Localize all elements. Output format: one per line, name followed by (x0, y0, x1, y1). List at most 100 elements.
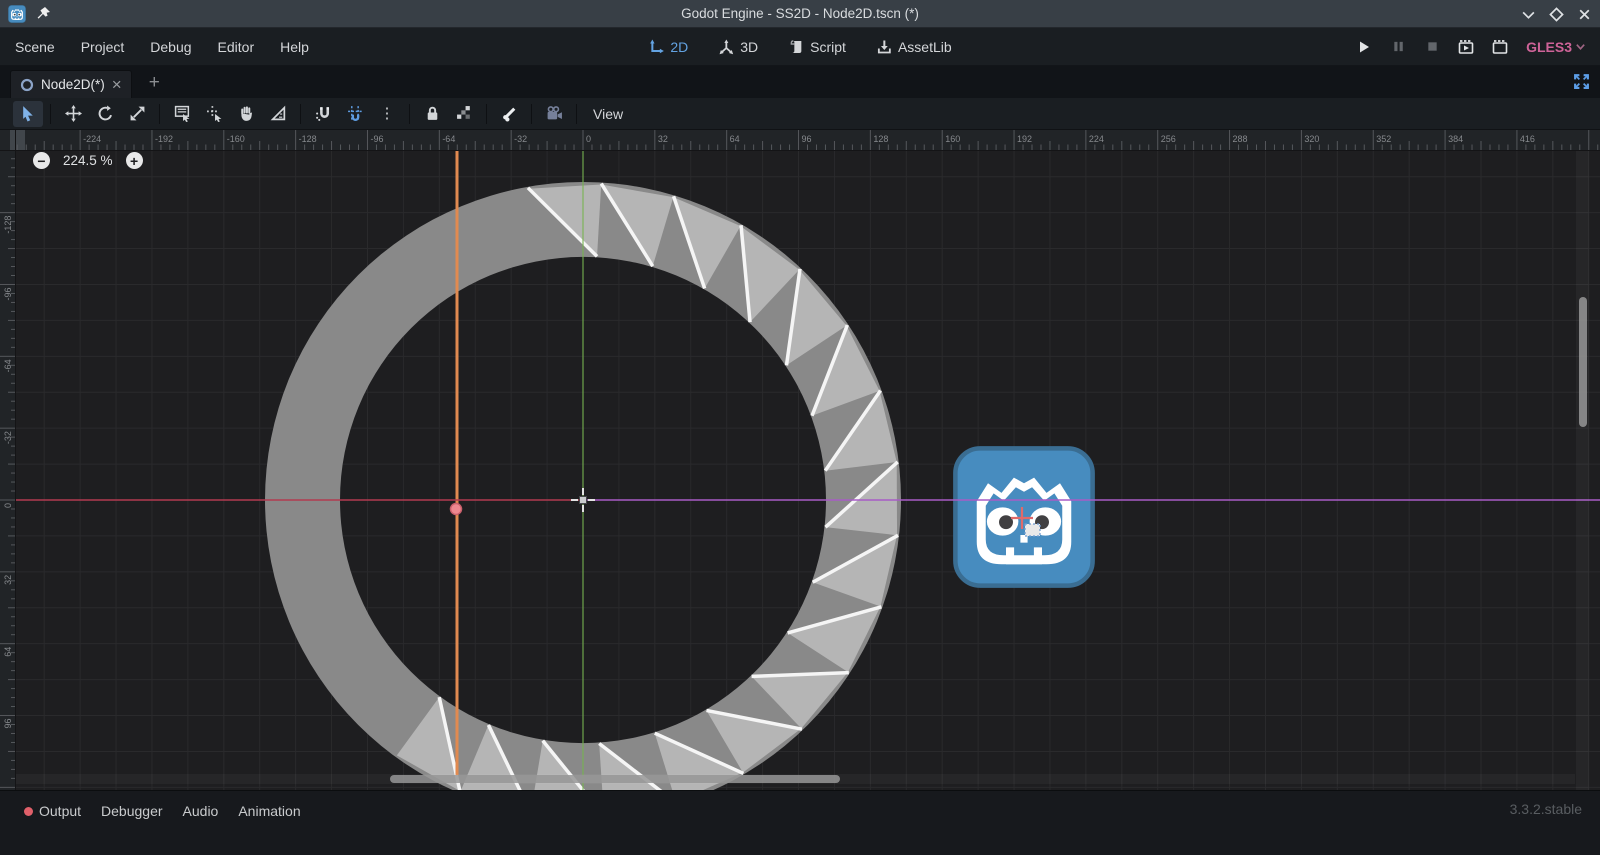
svg-text:416: 416 (1520, 134, 1535, 144)
camera-icon (546, 105, 563, 122)
node2d-icon (20, 78, 34, 92)
pause-button[interactable] (1386, 35, 1410, 59)
scene-tab-node2d[interactable]: Node2D(*) × (10, 70, 132, 98)
zoom-in-button[interactable]: + (126, 152, 143, 169)
svg-text:192: 192 (1017, 134, 1032, 144)
workspace-assetlib-button[interactable]: AssetLib (868, 35, 960, 59)
svg-text:32: 32 (3, 575, 13, 585)
pan-hand-icon (238, 105, 255, 122)
scale-tool-button[interactable] (122, 101, 152, 127)
panel-output-button[interactable]: Output (14, 801, 91, 821)
close-icon[interactable] (1577, 7, 1592, 22)
select-tool-button[interactable] (13, 101, 43, 127)
expand-viewport-icon[interactable] (1573, 73, 1590, 90)
snap-options-button[interactable]: ⋮ (372, 101, 402, 127)
svg-text:-224: -224 (83, 134, 101, 144)
v-scrollbar-thumb[interactable] (1579, 297, 1587, 427)
list-select-icon (174, 105, 191, 122)
list-select-tool-button[interactable] (167, 101, 197, 127)
menu-editor[interactable]: Editor (209, 34, 264, 60)
add-scene-tab-button[interactable]: + (144, 72, 165, 94)
canvas-toolbar: ⋮ (0, 98, 1600, 130)
rotate-icon (97, 105, 114, 122)
svg-text:-96: -96 (3, 287, 13, 300)
control-point[interactable] (451, 504, 462, 515)
svg-text:96: 96 (802, 134, 812, 144)
output-alert-dot (24, 807, 33, 816)
pan-tool-button[interactable] (231, 101, 261, 127)
svg-text:-32: -32 (3, 431, 13, 444)
bone-icon (501, 105, 518, 122)
zoom-level[interactable]: 224.5 % (63, 153, 113, 168)
lock-icon (424, 105, 441, 122)
svg-text:0: 0 (3, 503, 13, 508)
svg-text:288: 288 (1233, 134, 1248, 144)
menu-bar: Scene Project Debug Editor Help 2D (0, 28, 1600, 66)
bottom-panel-bar: Output Debugger Audio Animation 3.3.2.st… (0, 790, 1600, 855)
view-menu[interactable]: View (583, 102, 633, 126)
svg-text:-64: -64 (442, 134, 455, 144)
workspace-3d-button[interactable]: 3D (710, 35, 766, 59)
svg-text:256: 256 (1161, 134, 1176, 144)
play-scene-button[interactable] (1454, 35, 1478, 59)
svg-text:352: 352 (1376, 134, 1391, 144)
engine-version: 3.3.2.stable (1510, 801, 1582, 817)
camera-override-button[interactable] (539, 101, 569, 127)
h-scrollbar-thumb[interactable] (390, 775, 840, 783)
move-tool-button[interactable] (58, 101, 88, 127)
ruler-tool-button[interactable] (263, 101, 293, 127)
skeleton-options-button[interactable] (494, 101, 524, 127)
pin-icon[interactable] (35, 6, 51, 22)
play-button[interactable] (1352, 35, 1376, 59)
group-icon (456, 105, 473, 122)
chevron-down-icon (1575, 41, 1586, 52)
lock-object-button[interactable] (417, 101, 447, 127)
renderer-dropdown[interactable]: GLES3 (1522, 36, 1590, 58)
svg-text:128: 128 (873, 134, 888, 144)
pivot-tool-button[interactable] (199, 101, 229, 127)
stop-button[interactable] (1420, 35, 1444, 59)
play-custom-scene-button[interactable] (1488, 35, 1512, 59)
ruler-icon (270, 105, 287, 122)
svg-text:64: 64 (730, 134, 740, 144)
3d-axes-icon (718, 39, 734, 55)
svg-text:0: 0 (586, 134, 591, 144)
grid-snap-icon (347, 105, 364, 122)
smart-snap-button[interactable] (308, 101, 338, 127)
panel-audio-button[interactable]: Audio (173, 801, 229, 821)
panel-debugger-button[interactable]: Debugger (91, 801, 173, 821)
title-bar[interactable]: Godot Engine - SS2D - Node2D.tscn (*) (0, 0, 1600, 28)
rotate-tool-button[interactable] (90, 101, 120, 127)
zoom-out-button[interactable]: − (33, 152, 50, 169)
minimize-icon[interactable] (1521, 7, 1536, 22)
2d-viewport: -224-192-160-128-96-64-32032649612816019… (0, 130, 1600, 790)
grid-snap-button[interactable] (340, 101, 370, 127)
menu-project[interactable]: Project (72, 34, 134, 60)
svg-text:-64: -64 (3, 359, 13, 372)
scene-tab-bar: Node2D(*) × + (0, 66, 1600, 98)
2d-axes-icon (648, 39, 664, 55)
zoom-controls: − 224.5 % + (33, 152, 143, 169)
move-icon (65, 105, 82, 122)
tab-close-icon[interactable]: × (112, 78, 122, 92)
menu-debug[interactable]: Debug (141, 34, 200, 60)
svg-text:-160: -160 (227, 134, 245, 144)
svg-text:224: 224 (1089, 134, 1104, 144)
svg-text:-128: -128 (3, 216, 13, 234)
menu-help[interactable]: Help (271, 34, 318, 60)
workspace-2d-button[interactable]: 2D (640, 35, 696, 59)
smart-snap-icon (315, 105, 332, 122)
scale-icon (129, 105, 146, 122)
svg-text:64: 64 (3, 647, 13, 657)
v-scrollbar-track (1576, 150, 1589, 790)
viewport-canvas[interactable]: -224-192-160-128-96-64-32032649612816019… (0, 130, 1600, 790)
svg-text:384: 384 (1448, 134, 1463, 144)
group-object-button[interactable] (449, 101, 479, 127)
maximize-icon[interactable] (1549, 7, 1564, 22)
workspace-script-button[interactable]: Script (780, 35, 854, 59)
svg-text:320: 320 (1304, 134, 1319, 144)
svg-text:32: 32 (658, 134, 668, 144)
menu-scene[interactable]: Scene (6, 34, 64, 60)
panel-animation-button[interactable]: Animation (228, 801, 310, 821)
assetlib-download-icon (876, 39, 892, 55)
